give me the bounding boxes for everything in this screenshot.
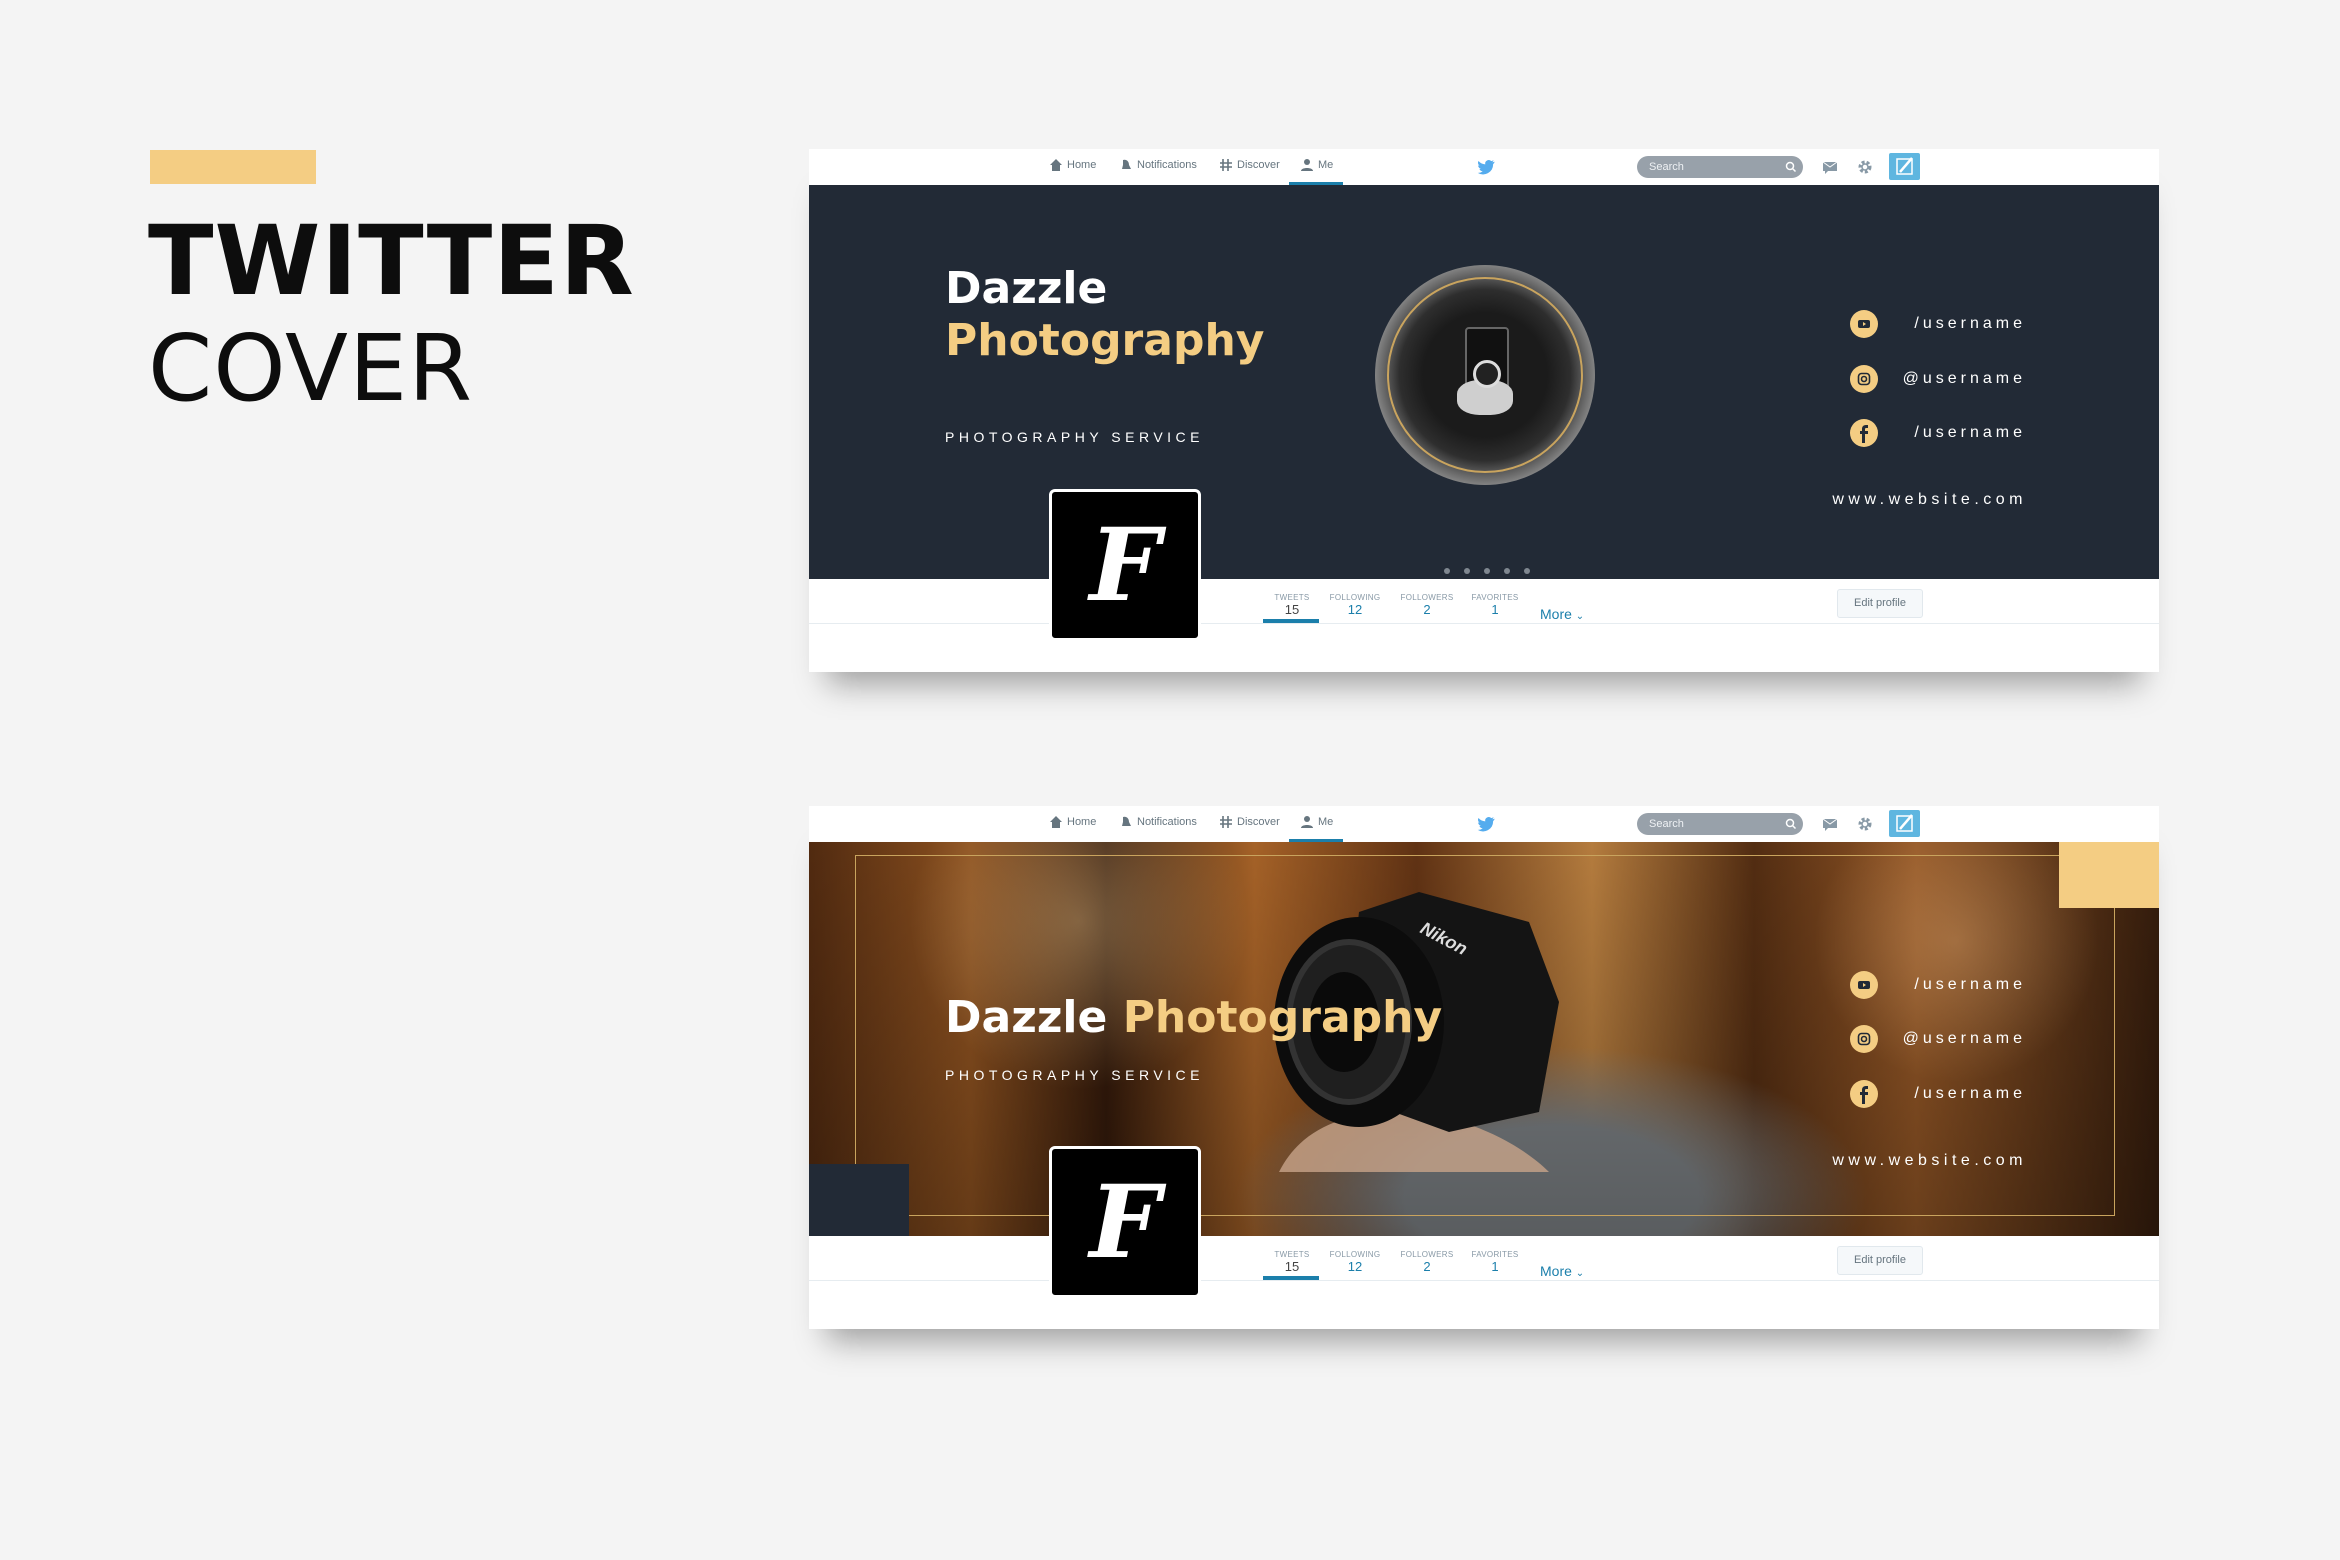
bell-icon (1119, 815, 1133, 829)
social-link[interactable]: @username (1850, 365, 2026, 393)
profile-avatar[interactable]: F (1049, 1146, 1201, 1298)
messages-icon[interactable] (1821, 158, 1839, 176)
twitter-profile-mockup: Home Notifications Discover Me Search Dazzl… (809, 149, 2159, 672)
hashtag-icon (1219, 815, 1233, 829)
banner-subtitle: PHOTOGRAPHY SERVICE (945, 429, 1204, 445)
nav-discover[interactable]: Discover (1219, 158, 1280, 172)
compose-icon (1896, 157, 1913, 175)
compose-tweet-button[interactable] (1889, 153, 1920, 180)
nav-me[interactable]: Me (1300, 815, 1333, 829)
stat-tweets[interactable]: TWEETS 15 (1274, 593, 1309, 617)
user-icon (1300, 815, 1314, 829)
instagram-icon (1850, 1025, 1878, 1053)
dark-square (809, 1164, 909, 1236)
nav-home[interactable]: Home (1049, 158, 1096, 172)
nav-notifications[interactable]: Notifications (1119, 158, 1197, 172)
home-icon (1049, 158, 1063, 172)
website-text: www.website.com (1832, 491, 2027, 508)
compose-icon (1896, 814, 1913, 832)
stat-following[interactable]: FOLLOWING 12 (1330, 593, 1381, 617)
messages-icon[interactable] (1821, 815, 1839, 833)
chevron-down-icon: ⌄ (1575, 611, 1585, 622)
twitter-profile-mockup: Home Notifications Discover Me Search Nikon… (809, 806, 2159, 1329)
twitter-nav-bar: Home Notifications Discover Me Search (809, 806, 2159, 842)
gear-icon[interactable] (1856, 158, 1874, 176)
social-link[interactable]: /username (1850, 1080, 2026, 1108)
banner-title: Dazzle Photography (945, 263, 1265, 366)
nav-home[interactable]: Home (1049, 815, 1096, 829)
stat-following[interactable]: FOLLOWING 12 (1330, 1250, 1381, 1274)
gear-icon[interactable] (1856, 815, 1874, 833)
heading-line1: TWITTER (148, 205, 635, 317)
hashtag-icon (1219, 158, 1233, 172)
stat-tweets[interactable]: TWEETS 15 (1274, 1250, 1309, 1274)
nav-me[interactable]: Me (1300, 158, 1333, 172)
heading-line2: COVER (148, 315, 474, 422)
search-icon[interactable] (1785, 818, 1797, 830)
carousel-dots[interactable] (1444, 568, 1530, 574)
compose-tweet-button[interactable] (1889, 810, 1920, 837)
twitter-nav-bar: Home Notifications Discover Me Search (809, 149, 2159, 185)
search-input[interactable] (1637, 813, 1803, 835)
more-dropdown[interactable]: More ⌄ (1540, 1263, 1584, 1279)
nav-notifications[interactable]: Notifications (1119, 815, 1197, 829)
youtube-icon (1850, 971, 1878, 999)
nav-discover[interactable]: Discover (1219, 815, 1280, 829)
edit-profile-button[interactable]: Edit profile (1837, 589, 1923, 618)
website-text: www.website.com (1832, 1152, 2027, 1169)
edit-profile-button[interactable]: Edit profile (1837, 1246, 1923, 1275)
photographer-photo (1375, 265, 1595, 485)
social-link[interactable]: @username (1850, 1025, 2026, 1053)
chevron-down-icon: ⌄ (1575, 1268, 1585, 1279)
twitter-bird-icon[interactable] (1477, 815, 1495, 833)
header-banner: Nikon Dazzle Photography PHOTOGRAPHY SER… (809, 842, 2159, 1236)
header-banner: Dazzle Photography PHOTOGRAPHY SERVICE ww… (809, 185, 2159, 579)
profile-avatar[interactable]: F (1049, 489, 1201, 641)
facebook-icon (1850, 1080, 1878, 1108)
stat-followers[interactable]: FOLLOWERS 2 (1401, 593, 1454, 617)
banner-title: Dazzle Photography (945, 992, 1443, 1043)
accent-bar (150, 150, 316, 184)
social-link[interactable]: /username (1850, 971, 2026, 999)
youtube-icon (1850, 310, 1878, 338)
divider (809, 623, 2159, 624)
stat-favorites[interactable]: FAVORITES 1 (1471, 593, 1518, 617)
search-input[interactable] (1637, 156, 1803, 178)
banner-subtitle: PHOTOGRAPHY SERVICE (945, 1067, 1204, 1083)
gold-square (2059, 842, 2159, 908)
divider (809, 1280, 2159, 1281)
home-icon (1049, 815, 1063, 829)
social-link[interactable]: /username (1850, 419, 2026, 447)
instagram-icon (1850, 365, 1878, 393)
user-icon (1300, 158, 1314, 172)
stat-followers[interactable]: FOLLOWERS 2 (1401, 1250, 1454, 1274)
twitter-bird-icon[interactable] (1477, 158, 1495, 176)
bell-icon (1119, 158, 1133, 172)
more-dropdown[interactable]: More ⌄ (1540, 606, 1584, 622)
facebook-icon (1850, 419, 1878, 447)
social-link[interactable]: /username (1850, 310, 2026, 338)
stat-favorites[interactable]: FAVORITES 1 (1471, 1250, 1518, 1274)
search-icon[interactable] (1785, 161, 1797, 173)
